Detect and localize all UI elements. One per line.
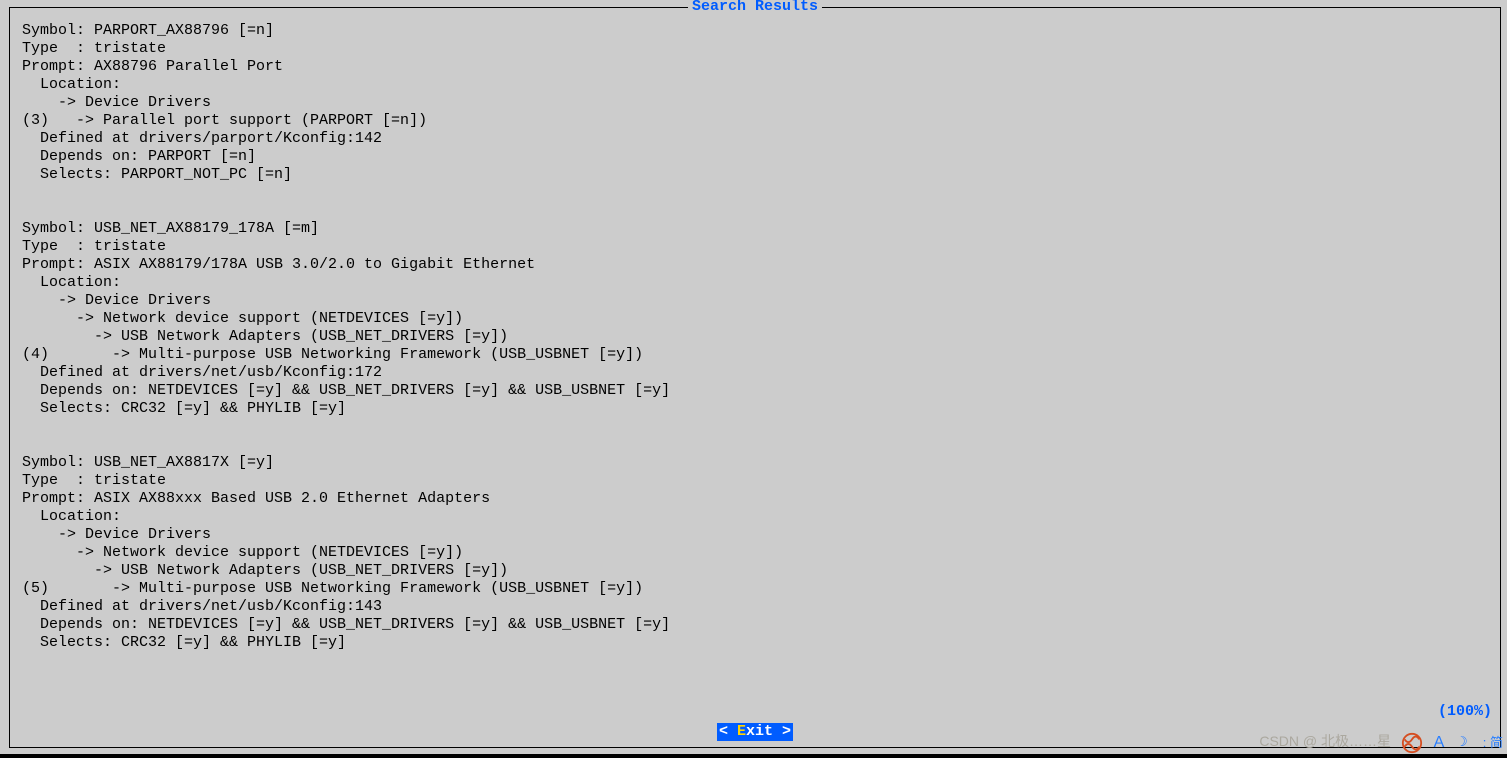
terminal-window: Search Results Symbol: PARPORT_AX88796 [… — [0, 0, 1507, 758]
bottom-frame-edge — [0, 754, 1507, 758]
moon-icon: ☽ — [1459, 735, 1467, 751]
csdn-watermark: CSDN @ 北极……星 — [1259, 732, 1391, 750]
ime-mode-label: : 简 — [1483, 735, 1503, 750]
scroll-percent: (100%) — [1438, 703, 1492, 721]
ime-indicator: A ☽ : 简 — [1401, 732, 1503, 754]
dialog-title: Search Results — [688, 0, 822, 16]
exit-hotkey-letter: E — [737, 723, 746, 740]
exit-button[interactable]: < Exit > — [717, 723, 793, 741]
search-results-dialog: Search Results Symbol: PARPORT_AX88796 [… — [9, 7, 1501, 748]
ime-globe-icon — [1401, 732, 1423, 754]
search-results-text[interactable]: Symbol: PARPORT_AX88796 [=n] Type : tris… — [10, 8, 1500, 710]
ime-letter: A — [1434, 734, 1445, 751]
